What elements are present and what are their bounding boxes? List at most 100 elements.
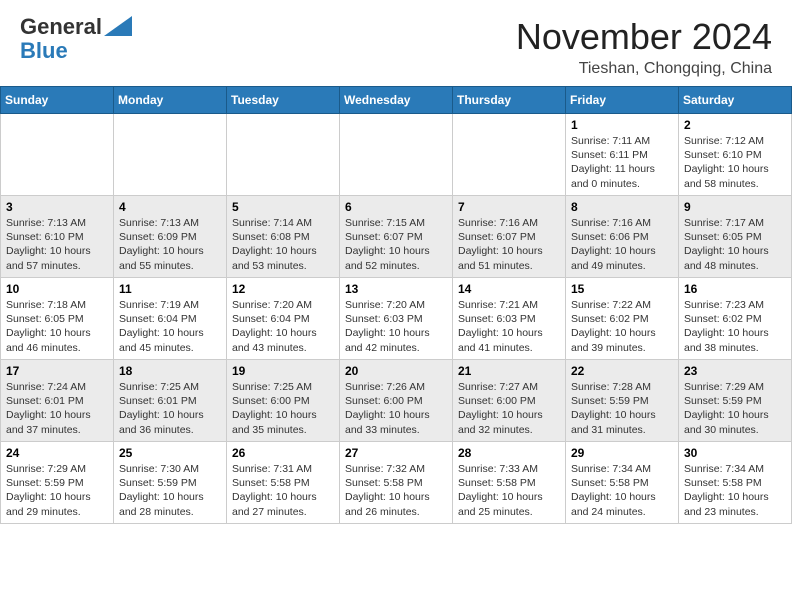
day-number: 7 (458, 200, 560, 214)
table-row: 25 Sunrise: 7:30 AMSunset: 5:59 PMDayligh… (114, 442, 227, 524)
day-number: 29 (571, 446, 673, 460)
day-number: 3 (6, 200, 108, 214)
day-info: Sunrise: 7:16 AMSunset: 6:07 PMDaylight:… (458, 217, 543, 272)
page: General Blue November 2024 Tieshan, Chon… (0, 0, 792, 524)
col-tuesday: Tuesday (227, 87, 340, 114)
table-row: 16 Sunrise: 7:23 AMSunset: 6:02 PMDayligh… (679, 278, 792, 360)
day-info: Sunrise: 7:20 AMSunset: 6:03 PMDaylight:… (345, 299, 430, 354)
col-wednesday: Wednesday (340, 87, 453, 114)
day-number: 5 (232, 200, 334, 214)
table-row: 22Sunrise: 7:28 AMSunset: 5:59 PMDayligh… (566, 360, 679, 442)
logo: General Blue (20, 16, 132, 64)
day-number: 22 (571, 364, 673, 378)
day-number: 21 (458, 364, 560, 378)
day-number: 12 (232, 282, 334, 296)
month-title: November 2024 (516, 16, 772, 58)
day-number: 2 (684, 118, 786, 132)
title-block: November 2024 Tieshan, Chongqing, China (516, 16, 772, 78)
table-row: 12 Sunrise: 7:20 AMSunset: 6:04 PMDayligh… (227, 278, 340, 360)
table-row: 5 Sunrise: 7:14 AMSunset: 6:08 PMDaylight… (227, 196, 340, 278)
day-info: Sunrise: 7:13 AMSunset: 6:09 PMDaylight:… (119, 217, 204, 272)
table-row: 23Sunrise: 7:29 AMSunset: 5:59 PMDayligh… (679, 360, 792, 442)
day-number: 24 (6, 446, 108, 460)
day-number: 27 (345, 446, 447, 460)
calendar-week-row: 3 Sunrise: 7:13 AMSunset: 6:10 PMDaylight… (1, 196, 792, 278)
table-row: 7 Sunrise: 7:16 AMSunset: 6:07 PMDaylight… (453, 196, 566, 278)
table-row: 4Sunrise: 7:13 AMSunset: 6:09 PMDaylight… (114, 196, 227, 278)
table-row: 9 Sunrise: 7:17 AMSunset: 6:05 PMDaylight… (679, 196, 792, 278)
day-info: Sunrise: 7:13 AMSunset: 6:10 PMDaylight:… (6, 217, 91, 272)
table-row: 18 Sunrise: 7:25 AMSunset: 6:01 PMDayligh… (114, 360, 227, 442)
day-info: Sunrise: 7:17 AMSunset: 6:05 PMDaylight:… (684, 217, 769, 272)
table-row (340, 114, 453, 196)
table-row: 10Sunrise: 7:18 AMSunset: 6:05 PMDayligh… (1, 278, 114, 360)
col-monday: Monday (114, 87, 227, 114)
calendar-week-row: 17Sunrise: 7:24 AMSunset: 6:01 PMDayligh… (1, 360, 792, 442)
day-number: 19 (232, 364, 334, 378)
table-row: 8 Sunrise: 7:16 AMSunset: 6:06 PMDaylight… (566, 196, 679, 278)
table-row (453, 114, 566, 196)
day-number: 14 (458, 282, 560, 296)
table-row: 29 Sunrise: 7:34 AMSunset: 5:58 PMDayligh… (566, 442, 679, 524)
table-row: 26Sunrise: 7:31 AMSunset: 5:58 PMDayligh… (227, 442, 340, 524)
day-info: Sunrise: 7:15 AMSunset: 6:07 PMDaylight:… (345, 217, 430, 272)
table-row: 28Sunrise: 7:33 AMSunset: 5:58 PMDayligh… (453, 442, 566, 524)
table-row: 13 Sunrise: 7:20 AMSunset: 6:03 PMDayligh… (340, 278, 453, 360)
day-number: 8 (571, 200, 673, 214)
table-row: 2 Sunrise: 7:12 AMSunset: 6:10 PMDaylight… (679, 114, 792, 196)
table-row: 19 Sunrise: 7:25 AMSunset: 6:00 PMDayligh… (227, 360, 340, 442)
table-row: 27 Sunrise: 7:32 AMSunset: 5:58 PMDayligh… (340, 442, 453, 524)
table-row: 11Sunrise: 7:19 AMSunset: 6:04 PMDayligh… (114, 278, 227, 360)
day-info: Sunrise: 7:14 AMSunset: 6:08 PMDaylight:… (232, 217, 317, 272)
logo-blue-text: Blue (20, 38, 68, 64)
day-number: 30 (684, 446, 786, 460)
calendar-header-row: Sunday Monday Tuesday Wednesday Thursday… (1, 87, 792, 114)
day-number: 15 (571, 282, 673, 296)
day-info: Sunrise: 7:25 AMSunset: 6:01 PMDaylight:… (119, 381, 204, 436)
day-info: Sunrise: 7:34 AMSunset: 5:58 PMDaylight:… (684, 463, 769, 518)
day-info: Sunrise: 7:11 AMSunset: 6:11 PMDaylight:… (571, 135, 655, 190)
col-sunday: Sunday (1, 87, 114, 114)
calendar-table: Sunday Monday Tuesday Wednesday Thursday… (0, 86, 792, 524)
table-row: 1 Sunrise: 7:11 AMSunset: 6:11 PMDaylight… (566, 114, 679, 196)
day-number: 13 (345, 282, 447, 296)
header: General Blue November 2024 Tieshan, Chon… (0, 0, 792, 86)
day-info: Sunrise: 7:32 AMSunset: 5:58 PMDaylight:… (345, 463, 430, 518)
table-row: 24 Sunrise: 7:29 AMSunset: 5:59 PMDayligh… (1, 442, 114, 524)
calendar-week-row: 10Sunrise: 7:18 AMSunset: 6:05 PMDayligh… (1, 278, 792, 360)
table-row: 3 Sunrise: 7:13 AMSunset: 6:10 PMDaylight… (1, 196, 114, 278)
day-info: Sunrise: 7:18 AMSunset: 6:05 PMDaylight:… (6, 299, 91, 354)
day-info: Sunrise: 7:24 AMSunset: 6:01 PMDaylight:… (6, 381, 91, 436)
day-number: 26 (232, 446, 334, 460)
table-row: 30 Sunrise: 7:34 AMSunset: 5:58 PMDayligh… (679, 442, 792, 524)
day-number: 18 (119, 364, 221, 378)
col-saturday: Saturday (679, 87, 792, 114)
day-number: 25 (119, 446, 221, 460)
day-number: 1 (571, 118, 673, 132)
day-info: Sunrise: 7:25 AMSunset: 6:00 PMDaylight:… (232, 381, 317, 436)
table-row (1, 114, 114, 196)
day-number: 28 (458, 446, 560, 460)
day-info: Sunrise: 7:22 AMSunset: 6:02 PMDaylight:… (571, 299, 656, 354)
calendar-week-row: 1 Sunrise: 7:11 AMSunset: 6:11 PMDaylight… (1, 114, 792, 196)
table-row (227, 114, 340, 196)
day-info: Sunrise: 7:27 AMSunset: 6:00 PMDaylight:… (458, 381, 543, 436)
day-info: Sunrise: 7:16 AMSunset: 6:06 PMDaylight:… (571, 217, 656, 272)
day-info: Sunrise: 7:20 AMSunset: 6:04 PMDaylight:… (232, 299, 317, 354)
logo-arrow-icon (104, 16, 132, 36)
day-number: 16 (684, 282, 786, 296)
day-info: Sunrise: 7:30 AMSunset: 5:59 PMDaylight:… (119, 463, 204, 518)
day-info: Sunrise: 7:19 AMSunset: 6:04 PMDaylight:… (119, 299, 204, 354)
table-row: 6Sunrise: 7:15 AMSunset: 6:07 PMDaylight… (340, 196, 453, 278)
day-info: Sunrise: 7:23 AMSunset: 6:02 PMDaylight:… (684, 299, 769, 354)
day-info: Sunrise: 7:12 AMSunset: 6:10 PMDaylight:… (684, 135, 769, 190)
day-number: 9 (684, 200, 786, 214)
day-info: Sunrise: 7:34 AMSunset: 5:58 PMDaylight:… (571, 463, 656, 518)
table-row: 15 Sunrise: 7:22 AMSunset: 6:02 PMDayligh… (566, 278, 679, 360)
calendar-week-row: 24 Sunrise: 7:29 AMSunset: 5:59 PMDayligh… (1, 442, 792, 524)
day-number: 23 (684, 364, 786, 378)
table-row: 21 Sunrise: 7:27 AMSunset: 6:00 PMDayligh… (453, 360, 566, 442)
day-info: Sunrise: 7:29 AMSunset: 5:59 PMDaylight:… (6, 463, 91, 518)
location-title: Tieshan, Chongqing, China (516, 60, 772, 78)
table-row: 17Sunrise: 7:24 AMSunset: 6:01 PMDayligh… (1, 360, 114, 442)
